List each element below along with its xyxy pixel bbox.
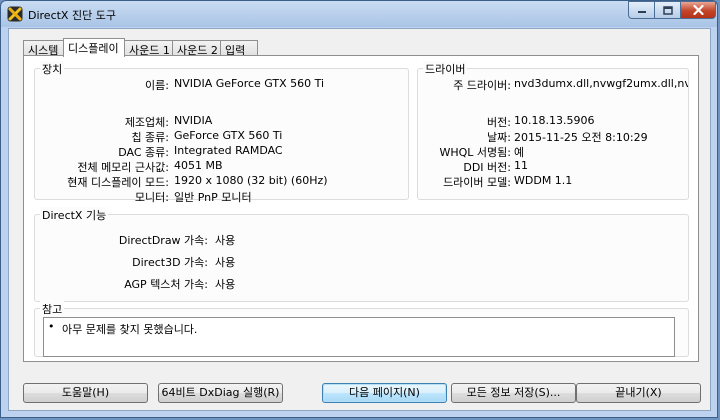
monitor-label: 모니터: (134, 191, 169, 204)
next-page-button[interactable]: 다음 페이지(N) (322, 383, 447, 403)
minimize-icon (637, 11, 646, 13)
exit-button[interactable]: 끝내기(X) (576, 383, 701, 403)
notes-bullet: • (48, 320, 55, 333)
dac-type-label: DAC 종류: (118, 146, 169, 159)
tab-sound-2[interactable]: 사운드 2 (172, 40, 221, 57)
driver-row-version: 버전: 10.18.13.5906 (418, 114, 688, 129)
agp-label: AGP 텍스처 가속: (124, 278, 208, 291)
directx-features-group: DirectX 기능 DirectDraw 가속: 사용 Direct3D 가속… (34, 207, 689, 302)
device-row-name: 이름: NVIDIA GeForce GTX 560 Ti (35, 77, 405, 92)
notes-textbox[interactable]: • 아무 문제를 찾지 못했습니다. (43, 317, 675, 357)
tab-sound-1[interactable]: 사운드 1 (124, 40, 173, 57)
driver-section-label: 드라이버 (423, 61, 468, 77)
display-mode-label: 현재 디스플레이 모드: (67, 176, 169, 189)
device-row-monitor: 모니터: 일반 PnP 모니터 (35, 189, 405, 204)
run-64bit-dxdiag-button[interactable]: 64비트 DxDiag 실행(R) (158, 383, 283, 403)
agp-row: AGP 텍스처 가속: 사용 (35, 276, 635, 291)
display-tab-panel: 장치 이름: NVIDIA GeForce GTX 560 Ti 제조업체: N… (23, 55, 699, 362)
display-mode-value: 1920 x 1080 (32 bit) (60Hz) (174, 174, 328, 187)
manufacturer-label: 제조업체: (124, 116, 169, 129)
device-row-chip-type: 칩 종류: GeForce GTX 560 Ti (35, 129, 405, 144)
notes-text: 아무 문제를 찾지 못했습니다. (62, 323, 198, 336)
main-driver-value: nvd3dumx.dll,nvwgf2umx.dll,nvwgf2u (514, 77, 688, 90)
ddi-version-value: 11 (514, 159, 528, 172)
agp-value: 사용 (215, 278, 236, 291)
whql-value: 예 (514, 146, 525, 159)
minimize-button[interactable] (628, 1, 655, 19)
direct3d-value: 사용 (215, 256, 236, 269)
version-label: 버전: (487, 116, 511, 129)
tab-system[interactable]: 시스템 (23, 40, 64, 57)
driver-group: 드라이버 주 드라이버: nvd3dumx.dll,nvwgf2umx.dll,… (417, 61, 689, 200)
maximize-icon (662, 5, 673, 15)
save-all-information-button[interactable]: 모든 정보 저장(S)... (451, 383, 576, 403)
directdraw-row: DirectDraw 가속: 사용 (35, 232, 635, 247)
dxdiag-window: DirectX 진단 도구 시스템 디스플레이 사운드 1 사운드 2 입력 장… (0, 0, 718, 418)
tab-input[interactable]: 입력 (220, 40, 258, 57)
driver-row-main: 주 드라이버: nvd3dumx.dll,nvwgf2umx.dll,nvwgf… (418, 77, 688, 91)
chip-type-label: 칩 종류: (131, 131, 169, 144)
date-label: 날짜: (487, 131, 511, 144)
help-button[interactable]: 도움말(H) (23, 383, 148, 403)
chip-type-value: GeForce GTX 560 Ti (174, 129, 283, 142)
device-section-label: 장치 (40, 61, 65, 77)
device-row-display-mode: 현재 디스플레이 모드: 1920 x 1080 (32 bit) (60Hz) (35, 174, 405, 189)
driver-row-model: 드라이버 모델: WDDM 1.1 (418, 174, 688, 189)
ddi-version-label: DDI 버전: (463, 161, 511, 174)
device-row-memory: 전체 메모리 근사값: 4051 MB (35, 159, 405, 174)
close-icon (692, 5, 704, 15)
notes-section-label: 참고 (40, 301, 65, 317)
monitor-value: 일반 PnP 모니터 (174, 191, 252, 204)
direct3d-row: Direct3D 가속: 사용 (35, 254, 635, 269)
directdraw-label: DirectDraw 가속: (118, 234, 208, 247)
driver-row-ddi: DDI 버전: 11 (418, 159, 688, 174)
device-group: 장치 이름: NVIDIA GeForce GTX 560 Ti 제조업체: N… (34, 61, 409, 204)
date-value: 2015-11-25 오전 8:10:29 (514, 131, 648, 144)
directdraw-value: 사용 (215, 234, 236, 247)
device-row-dac-type: DAC 종류: Integrated RAMDAC (35, 144, 405, 159)
driver-row-date: 날짜: 2015-11-25 오전 8:10:29 (418, 129, 688, 144)
maximize-button[interactable] (654, 1, 681, 19)
close-button[interactable] (680, 1, 716, 19)
tab-display[interactable]: 디스플레이 (63, 38, 125, 57)
title-bar[interactable]: DirectX 진단 도구 (1, 1, 717, 27)
dialog-body: 시스템 디스플레이 사운드 1 사운드 2 입력 장치 이름: NVIDIA G… (8, 28, 711, 411)
version-value: 10.18.13.5906 (514, 114, 595, 127)
window-title: DirectX 진단 도구 (28, 9, 116, 22)
driver-model-value: WDDM 1.1 (514, 174, 573, 187)
total-memory-label: 전체 메모리 근사값: (77, 161, 169, 174)
notes-group: 참고 • 아무 문제를 찾지 못했습니다. (34, 301, 689, 357)
whql-label: WHQL 서명됨: (439, 146, 512, 159)
direct3d-label: Direct3D 가속: (132, 256, 208, 269)
total-memory-value: 4051 MB (174, 159, 223, 172)
device-name-label: 이름: (145, 79, 169, 92)
manufacturer-value: NVIDIA (174, 114, 213, 127)
directx-icon (7, 6, 23, 22)
directx-features-section-label: DirectX 기능 (40, 207, 109, 223)
driver-row-whql: WHQL 서명됨: 예 (418, 144, 688, 159)
device-row-manufacturer: 제조업체: NVIDIA (35, 114, 405, 129)
driver-model-label: 드라이버 모델: (443, 176, 511, 189)
dac-type-value: Integrated RAMDAC (174, 144, 283, 157)
main-driver-label: 주 드라이버: (453, 79, 511, 91)
device-name-value: NVIDIA GeForce GTX 560 Ti (174, 77, 325, 90)
